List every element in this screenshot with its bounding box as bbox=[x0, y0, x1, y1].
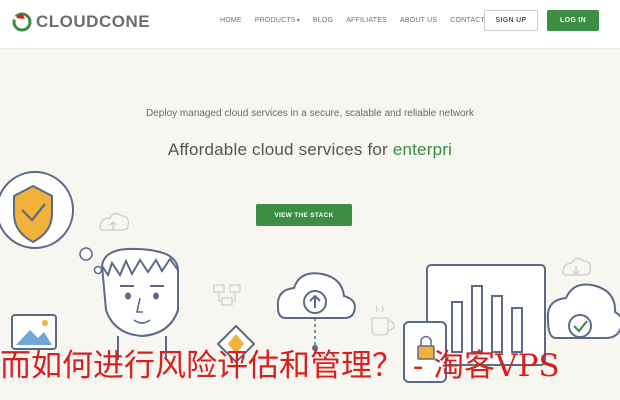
shield-icon bbox=[13, 184, 53, 244]
cloudcone-logo[interactable]: CLOUDCONE bbox=[12, 9, 150, 35]
hero-headline: Affordable cloud services for enterpri bbox=[0, 140, 620, 160]
main-nav: HOME PRODUCTS▾ BLOG AFFILIATES ABOUT US … bbox=[220, 16, 498, 26]
nav-contact[interactable]: CONTACT bbox=[450, 16, 485, 26]
log-in-button[interactable]: LOG IN bbox=[547, 10, 599, 31]
hero-tagline: Deploy managed cloud services in a secur… bbox=[146, 108, 474, 119]
check-cloud-illustration bbox=[546, 283, 620, 339]
headline-highlight: enterpri bbox=[392, 140, 453, 159]
view-the-stack-button[interactable]: VIEW THE STACK bbox=[256, 204, 352, 226]
cloud-upload-icon bbox=[99, 212, 130, 231]
cloud-download-icon bbox=[562, 257, 592, 276]
nav-products-label: PRODUCTS bbox=[254, 17, 296, 24]
sign-up-button[interactable]: SIGN UP bbox=[484, 10, 538, 31]
caret-down-icon: ▾ bbox=[296, 18, 300, 24]
nav-products[interactable]: PRODUCTS▾ bbox=[255, 16, 300, 26]
flowchart-icon bbox=[213, 284, 241, 306]
coffee-cup-icon bbox=[371, 305, 395, 336]
nav-affiliates[interactable]: AFFILIATES bbox=[346, 16, 387, 26]
nav-home[interactable]: HOME bbox=[220, 16, 242, 26]
cloud-upload-main-icon bbox=[276, 272, 356, 351]
nav-about-us[interactable]: ABOUT US bbox=[400, 16, 437, 26]
shield-bubble bbox=[0, 171, 103, 275]
cloudcone-logo-icon bbox=[12, 12, 32, 32]
headline-prefix: Affordable cloud services for bbox=[167, 140, 393, 159]
hero-illustration bbox=[0, 171, 620, 383]
site-header: CLOUDCONE HOME PRODUCTS▾ BLOG AFFILIATES… bbox=[0, 0, 620, 49]
overlay-caption: 而如何进行风险评估和管理？ - 淘客VPS bbox=[0, 348, 560, 384]
brand-name: CLOUDCONE bbox=[36, 12, 151, 31]
nav-blog[interactable]: BLOG bbox=[313, 16, 333, 26]
